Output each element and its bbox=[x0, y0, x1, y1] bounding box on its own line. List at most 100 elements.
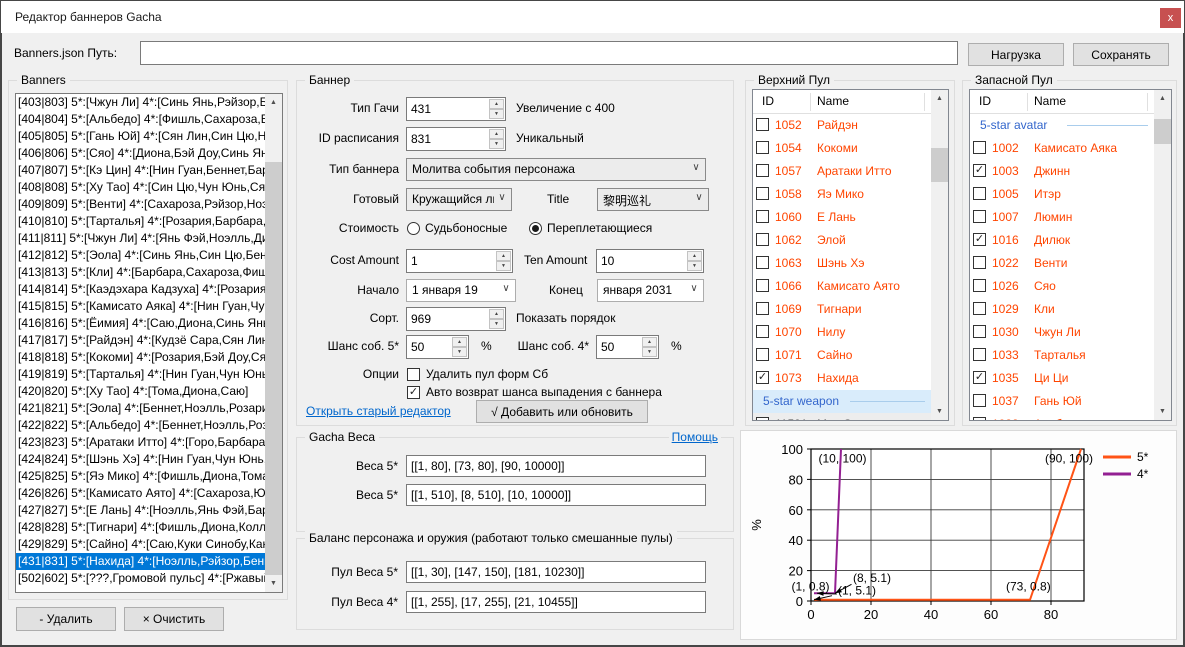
reserve-pool-scrollbar[interactable]: ▲ ▼ bbox=[1154, 90, 1171, 420]
spin-down-icon[interactable]: ▼ bbox=[489, 139, 504, 149]
row-checkbox[interactable] bbox=[973, 302, 986, 315]
spin-down-icon[interactable]: ▼ bbox=[489, 109, 504, 119]
pool-row[interactable]: ✓1073Нахида bbox=[753, 367, 931, 390]
cost-radio-intertwined[interactable] bbox=[529, 222, 542, 235]
row-checkbox[interactable] bbox=[756, 256, 769, 269]
banner-list-item[interactable]: [419|819] 5*:[Тарталья] 4*:[Нин Гуан,Чун… bbox=[16, 366, 265, 383]
row-checkbox[interactable] bbox=[756, 233, 769, 246]
row-checkbox[interactable] bbox=[973, 141, 986, 154]
spin-down-icon[interactable]: ▼ bbox=[452, 347, 467, 357]
banner-list-item[interactable]: [415|815] 5*:[Камисато Аяка] 4*:[Нин Гуа… bbox=[16, 298, 265, 315]
row-checkbox[interactable] bbox=[973, 325, 986, 338]
spin-up-icon[interactable]: ▲ bbox=[496, 251, 511, 261]
row-checkbox[interactable] bbox=[756, 118, 769, 131]
scroll-down-icon[interactable]: ▼ bbox=[1154, 403, 1171, 420]
scroll-thumb[interactable] bbox=[1154, 119, 1171, 144]
pool-row[interactable]: 1071Сайно bbox=[753, 344, 931, 367]
spin-down-icon[interactable]: ▼ bbox=[489, 319, 504, 329]
cost-radio-fate[interactable] bbox=[407, 222, 420, 235]
column-name[interactable]: Name bbox=[817, 94, 849, 108]
row-checkbox[interactable] bbox=[756, 302, 769, 315]
banner-list-item[interactable]: [424|824] 5*:[Шэнь Хэ] 4*:[Нин Гуан,Чун … bbox=[16, 451, 265, 468]
path-input[interactable] bbox=[140, 41, 958, 65]
pool-row[interactable]: 1063Шэнь Хэ bbox=[753, 252, 931, 275]
add-update-button[interactable]: √ Добавить или обновить bbox=[476, 400, 648, 423]
pool-row[interactable]: ✓1035Ци Ци bbox=[970, 367, 1154, 390]
clear-banners-button[interactable]: × Очистить bbox=[124, 607, 224, 631]
spin-up-icon[interactable]: ▲ bbox=[642, 337, 657, 347]
banner-list-item[interactable]: [431|831] 5*:[Нахида] 4*:[Ноэлль,Рэйзор,… bbox=[16, 553, 265, 570]
row-checkbox[interactable] bbox=[973, 417, 986, 420]
pool-row[interactable]: 1030Чжун Ли bbox=[970, 321, 1154, 344]
delete-banner-button[interactable]: - Удалить bbox=[16, 607, 116, 631]
pool-row[interactable]: 1029Кли bbox=[970, 298, 1154, 321]
upper-pool-scrollbar[interactable]: ▲ ▼ bbox=[931, 90, 948, 420]
row-checkbox[interactable] bbox=[756, 348, 769, 361]
banner-list-item[interactable]: [411|811] 5*:[Чжун Ли] 4*:[Янь Фэй,Ноэлл… bbox=[16, 230, 265, 247]
column-id[interactable]: ID bbox=[762, 94, 774, 108]
pool-row[interactable]: 1052Райдэн bbox=[753, 114, 931, 137]
row-checkbox[interactable] bbox=[973, 279, 986, 292]
banner-type-combo[interactable]: Молитва события персонажа ∨ bbox=[406, 158, 706, 181]
banner-list-item[interactable]: [409|809] 5*:[Венти] 4*:[Сахароза,Рэйзор… bbox=[16, 196, 265, 213]
end-date-picker[interactable]: января 2031 ∨ bbox=[597, 279, 704, 302]
spin-up-icon[interactable]: ▲ bbox=[489, 309, 504, 319]
spin-up-icon[interactable]: ▲ bbox=[489, 129, 504, 139]
cost-amount-spinner[interactable]: 1 ▲▼ bbox=[406, 249, 513, 273]
row-checkbox[interactable] bbox=[756, 417, 769, 420]
banner-list-item[interactable]: [425|825] 5*:[Яэ Мико] 4*:[Фишль,Диона,Т… bbox=[16, 468, 265, 485]
row-checkbox[interactable] bbox=[973, 394, 986, 407]
row-checkbox[interactable]: ✓ bbox=[756, 371, 769, 384]
spin-up-icon[interactable]: ▲ bbox=[489, 99, 504, 109]
scroll-down-icon[interactable]: ▼ bbox=[265, 575, 282, 592]
row-checkbox[interactable] bbox=[756, 187, 769, 200]
spin-up-icon[interactable]: ▲ bbox=[687, 251, 702, 261]
banner-list-item[interactable]: [427|827] 5*:[Е Лань] 4*:[Ноэлль,Янь Фэй… bbox=[16, 502, 265, 519]
pool-row[interactable]: ✓1003Джинн bbox=[970, 160, 1154, 183]
row-checkbox[interactable] bbox=[756, 164, 769, 177]
old-editor-link[interactable]: Открыть старый редактор bbox=[306, 404, 451, 418]
column-name[interactable]: Name bbox=[1034, 94, 1066, 108]
pool-row[interactable]: 1022Венти bbox=[970, 252, 1154, 275]
banner-list-item[interactable]: [420|820] 5*:[Ху Тао] 4*:[Тома,Диона,Саю… bbox=[16, 383, 265, 400]
help-link[interactable]: Помощь bbox=[669, 430, 721, 444]
pool-row[interactable]: 1070Нилу bbox=[753, 321, 931, 344]
row-checkbox[interactable] bbox=[973, 210, 986, 223]
banner-list-item[interactable]: [404|804] 5*:[Альбедо] 4*:[Фишль,Сахароз… bbox=[16, 111, 265, 128]
banner-list-item[interactable]: [422|822] 5*:[Альбедо] 4*:[Беннет,Ноэлль… bbox=[16, 417, 265, 434]
weights5-input[interactable] bbox=[406, 455, 706, 477]
banner-list-item[interactable]: [426|826] 5*:[Камисато Аято] 4*:[Сахароз… bbox=[16, 485, 265, 502]
weights4-input[interactable] bbox=[406, 484, 706, 506]
banner-list-item[interactable]: [414|814] 5*:[Каэдэхара Кадзуха] 4*:[Роз… bbox=[16, 281, 265, 298]
spin-up-icon[interactable]: ▲ bbox=[452, 337, 467, 347]
pool-row[interactable]: 1026Сяо bbox=[970, 275, 1154, 298]
pool-row[interactable]: 1062Элой bbox=[753, 229, 931, 252]
prefab-combo[interactable]: Кружащийся ливень ∨ bbox=[406, 188, 512, 211]
row-checkbox[interactable] bbox=[756, 325, 769, 338]
scroll-up-icon[interactable]: ▲ bbox=[265, 94, 282, 111]
banner-list-item[interactable]: [412|812] 5*:[Эола] 4*:[Синь Янь,Син Цю,… bbox=[16, 247, 265, 264]
banner-list-item[interactable]: [417|817] 5*:[Райдэн] 4*:[Кудзё Сара,Сян… bbox=[16, 332, 265, 349]
banner-list-item[interactable]: [416|816] 5*:[Ёимия] 4*:[Саю,Диона,Синь … bbox=[16, 315, 265, 332]
chance4-spinner[interactable]: 50 ▲▼ bbox=[596, 335, 659, 359]
pool-row[interactable]: 1038Альбедо bbox=[970, 413, 1154, 420]
ten-amount-spinner[interactable]: 10 ▲▼ bbox=[596, 249, 704, 273]
pool-row[interactable]: 1054Кокоми bbox=[753, 137, 931, 160]
scroll-thumb[interactable] bbox=[265, 162, 282, 575]
chance5-spinner[interactable]: 50 ▲▼ bbox=[406, 335, 469, 359]
scroll-down-icon[interactable]: ▼ bbox=[931, 403, 948, 420]
banner-list-item[interactable]: [418|818] 5*:[Кокоми] 4*:[Розария,Бэй До… bbox=[16, 349, 265, 366]
row-checkbox[interactable] bbox=[756, 279, 769, 292]
banner-list-item[interactable]: [502|602] 5*:[???,Громовой пульс] 4*:[Рж… bbox=[16, 570, 265, 587]
banner-list-item[interactable]: [421|821] 5*:[Эола] 4*:[Беннет,Ноэлль,Ро… bbox=[16, 400, 265, 417]
row-checkbox[interactable] bbox=[756, 141, 769, 154]
banner-list-scrollbar[interactable]: ▲ ▼ bbox=[265, 94, 282, 592]
banner-list-item[interactable]: [428|828] 5*:[Тигнари] 4*:[Фишль,Диона,К… bbox=[16, 519, 265, 536]
row-checkbox[interactable]: ✓ bbox=[973, 371, 986, 384]
remove-pool-checkbox[interactable] bbox=[407, 368, 420, 381]
banner-list-item[interactable]: [408|808] 5*:[Ху Тао] 4*:[Син Цю,Чун Юнь… bbox=[16, 179, 265, 196]
pool-row[interactable]: 1057Аратаки Итто bbox=[753, 160, 931, 183]
auto-return-checkbox[interactable]: ✓ bbox=[407, 386, 420, 399]
row-checkbox[interactable] bbox=[973, 256, 986, 269]
column-id[interactable]: ID bbox=[979, 94, 991, 108]
